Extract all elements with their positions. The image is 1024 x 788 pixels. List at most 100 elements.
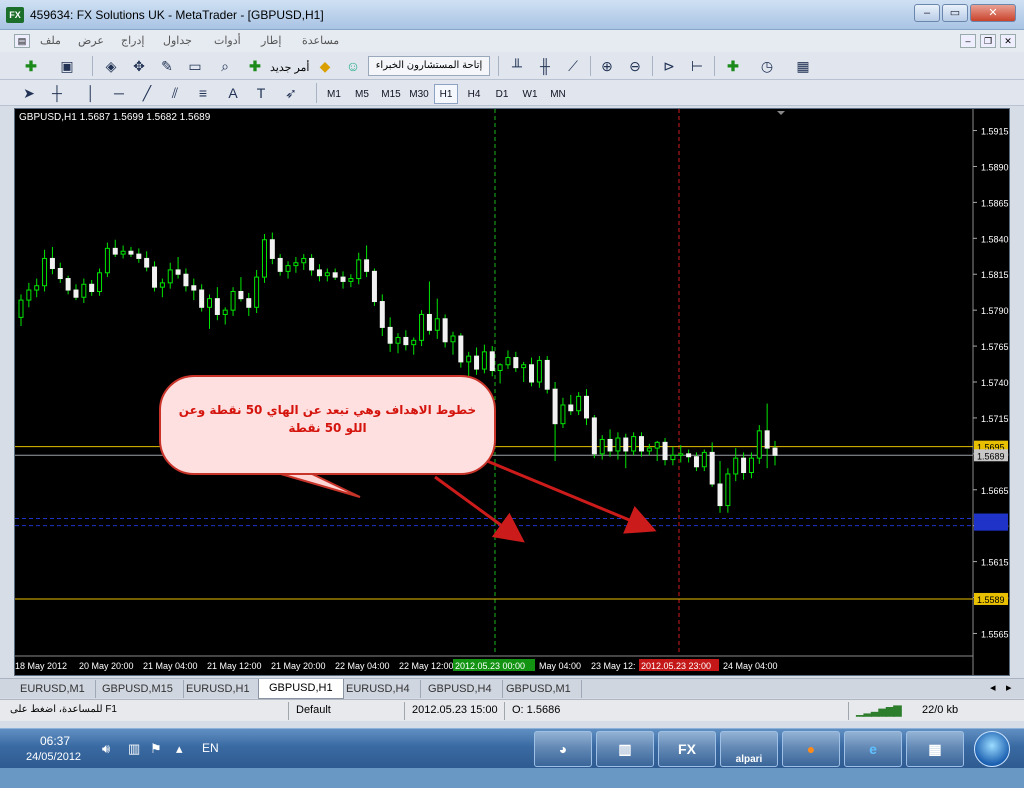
experts-icon[interactable]: ☺: [342, 55, 364, 77]
fibonacci-icon[interactable]: ≡: [192, 82, 214, 104]
crosshair-icon[interactable]: ┼: [46, 82, 68, 104]
status-divider: [504, 702, 505, 720]
candle-body: [411, 339, 417, 346]
timeframe-m5[interactable]: M5: [350, 84, 374, 104]
timeframe-m1[interactable]: M1: [322, 84, 346, 104]
candle-body: [364, 259, 370, 272]
experts-toggle-button[interactable]: إتاحة المستشارون الخبراء: [368, 56, 490, 76]
chart-doc-icon[interactable]: ▤: [14, 34, 30, 48]
candle-body: [57, 267, 63, 280]
task-calculator-icon[interactable]: ▦: [906, 731, 964, 767]
menu-view[interactable]: عرض: [78, 34, 104, 47]
language-indicator[interactable]: EN: [202, 741, 219, 755]
task-library-icon[interactable]: ▥: [596, 731, 654, 767]
callout-text-box: خطوط الاهداف وهي تبعد عن الهاي 50 نقطة و…: [179, 403, 476, 435]
maximize-button[interactable]: ▭: [942, 4, 968, 22]
chart-tab[interactable]: EURUSD,H4: [336, 680, 421, 698]
templates-icon[interactable]: ▦: [792, 55, 814, 77]
volume-icon[interactable]: 🔊︎: [102, 741, 110, 757]
line-chart-icon[interactable]: ⟋: [562, 55, 584, 77]
task-alpari-icon[interactable]: alpari: [720, 731, 778, 767]
tray-expand-icon[interactable]: ▴: [176, 741, 183, 757]
cursor-icon[interactable]: ➤: [18, 82, 40, 104]
auto-scroll-icon[interactable]: ⊳: [658, 55, 680, 77]
strategy-tester-icon[interactable]: ⌕: [214, 55, 236, 77]
start-button[interactable]: [974, 731, 1010, 767]
task-ie-icon[interactable]: e: [844, 731, 902, 767]
candle-body: [756, 430, 762, 459]
timeframe-m30[interactable]: M30: [406, 84, 432, 104]
metaeditor-icon[interactable]: ◆: [314, 55, 336, 77]
chart-tab[interactable]: GBPUSD,H4: [418, 680, 503, 698]
menu-file[interactable]: ملف: [40, 34, 61, 47]
candle-body: [450, 335, 456, 343]
periods-clock-icon[interactable]: ◷: [756, 55, 778, 77]
indicators-icon[interactable]: ✚: [722, 55, 744, 77]
task-messenger-icon[interactable]: ◕: [534, 731, 592, 767]
chart-tab[interactable]: GBPUSD,H1: [258, 679, 344, 699]
candle-body: [128, 250, 134, 255]
clock-date[interactable]: 24/05/2012: [26, 751, 81, 763]
minimize-button[interactable]: –: [914, 4, 940, 22]
navigator-icon[interactable]: ✥: [128, 55, 150, 77]
timeframe-m15[interactable]: M15: [378, 84, 404, 104]
network-icon[interactable]: ▥: [128, 741, 140, 757]
text-tool-icon[interactable]: A: [222, 82, 244, 104]
menu-help[interactable]: مساعدة: [302, 34, 339, 47]
new-order-icon[interactable]: ✚: [244, 55, 266, 77]
timeframe-h1[interactable]: H1: [434, 84, 458, 104]
close-button[interactable]: ✕: [970, 4, 1016, 22]
status-profile: Default: [296, 704, 331, 716]
clock-time[interactable]: 06:37: [40, 734, 70, 748]
arrows-icon[interactable]: ➶: [280, 82, 302, 104]
action-center-flag-icon[interactable]: ⚑: [150, 741, 162, 757]
terminal-icon[interactable]: ▭: [184, 55, 206, 77]
profiles-icon[interactable]: ▣: [56, 55, 78, 77]
channel-icon[interactable]: ⫽: [164, 82, 186, 104]
zoom-in-icon[interactable]: ⊕: [596, 55, 618, 77]
x-tick-label: 2012.05.23 00:00: [455, 661, 525, 671]
timeframe-mn[interactable]: MN: [546, 84, 570, 104]
timeframe-w1[interactable]: W1: [518, 84, 542, 104]
candle-body: [49, 257, 55, 269]
trendline-icon[interactable]: ╱: [136, 82, 158, 104]
data-window-icon[interactable]: ✎: [156, 55, 178, 77]
task-fx-icon[interactable]: FX: [658, 731, 716, 767]
menu-window[interactable]: إطار: [261, 34, 281, 47]
horizontal-line-icon[interactable]: ─: [108, 82, 130, 104]
text-label-icon[interactable]: T: [250, 82, 272, 104]
mdi-restore-icon[interactable]: ❐: [980, 34, 996, 48]
menu-charts[interactable]: جداول: [163, 34, 192, 47]
chart-tab[interactable]: EURUSD,H1: [176, 680, 261, 698]
mdi-minimize-icon[interactable]: –: [960, 34, 976, 48]
x-tick-label: 20 May 20:00: [79, 661, 134, 671]
market-watch-icon[interactable]: ◈: [100, 55, 122, 77]
menu-tools[interactable]: أدوات: [214, 34, 241, 47]
chart-shift-icon[interactable]: ⊢: [686, 55, 708, 77]
status-divider: [404, 702, 405, 720]
candlestick-icon[interactable]: ╫: [534, 55, 556, 77]
task-firefox-icon[interactable]: ●: [782, 731, 840, 767]
price-chart[interactable]: 1.5915 1.5890 1.5865 1.5840 1.5815 1.5790 1.57…: [14, 108, 1010, 676]
window-title: 459634: FX Solutions UK - MetaTrader - […: [30, 8, 324, 22]
tab-scroll-right-icon[interactable]: ▸: [1006, 681, 1012, 694]
vertical-line-icon[interactable]: │: [80, 82, 102, 104]
new-chart-icon[interactable]: ✚: [20, 55, 42, 77]
candle-body: [340, 276, 346, 282]
title-bar[interactable]: FX 459634: FX Solutions UK - MetaTrader …: [0, 0, 1024, 30]
candle-body: [686, 453, 692, 458]
mdi-close-icon[interactable]: ✕: [1000, 34, 1016, 48]
menu-insert[interactable]: إدراج: [121, 34, 144, 47]
bar-chart-icon[interactable]: ╨: [506, 55, 528, 77]
new-order-label[interactable]: أمر جديد: [270, 61, 309, 74]
chart-tab[interactable]: GBPUSD,M1: [496, 680, 582, 698]
timeframe-d1[interactable]: D1: [490, 84, 514, 104]
candle-body: [81, 283, 87, 298]
chart-tab[interactable]: GBPUSD,M15: [92, 680, 184, 698]
chart-tab[interactable]: EURUSD,M1: [10, 680, 96, 698]
zoom-out-icon[interactable]: ⊖: [624, 55, 646, 77]
candle-body: [301, 257, 307, 264]
tab-scroll-left-icon[interactable]: ◂: [990, 681, 996, 694]
timeframe-h4[interactable]: H4: [462, 84, 486, 104]
status-traffic: 22/0 kb: [922, 704, 959, 716]
